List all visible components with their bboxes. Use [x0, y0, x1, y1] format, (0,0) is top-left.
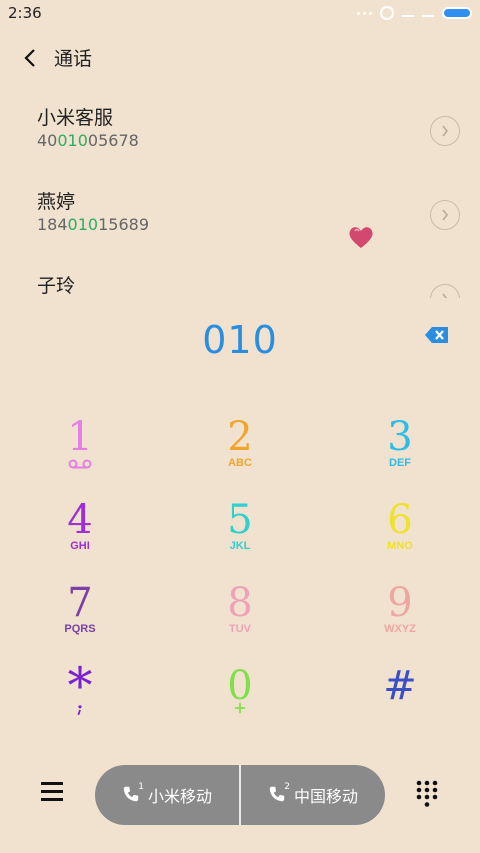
number-suffix: 15689 [98, 215, 149, 234]
sim-index: 1 [138, 782, 144, 792]
phone-icon: 1 [122, 782, 144, 805]
chevron-right-icon [442, 293, 448, 298]
heart-icon [349, 227, 373, 248]
contact-row[interactable]: 小米客服 4001005678 [0, 98, 480, 182]
key-digit: 7 [67, 580, 93, 626]
chevron-right-icon [442, 209, 448, 221]
contact-number: 4001005678 [37, 130, 480, 152]
number-prefix: 40 [37, 131, 58, 150]
key-4[interactable]: 4 GHI [0, 498, 160, 582]
key-0[interactable]: 0 [160, 664, 320, 748]
contact-list: 小米客服 4001005678 燕婷 18401015689 子玲 [0, 98, 480, 298]
key-digit: 5 [227, 497, 253, 543]
sim-index: 2 [284, 782, 290, 792]
sim-call-group: 1 小米移动 2 中国移动 [95, 765, 385, 825]
number-match: 010 [67, 215, 99, 234]
key-3[interactable]: 3 DEF [320, 415, 480, 499]
key-2[interactable]: 2 ABC [160, 415, 320, 499]
key-6[interactable]: 6 MNO [320, 498, 480, 582]
key-letters: ABC [228, 457, 252, 469]
contact-row[interactable]: 子玲 [0, 266, 480, 298]
key-digit: 8 [227, 580, 253, 626]
hamburger-icon[interactable] [41, 782, 65, 806]
backspace-icon[interactable] [424, 325, 450, 345]
key-letters: DEF [389, 457, 411, 469]
key-letters: TUV [229, 623, 251, 635]
key-letters: PQRS [64, 623, 96, 635]
dialed-number: 010 [202, 318, 278, 362]
key-hash[interactable]: # [320, 664, 480, 748]
more-dots-icon [357, 11, 372, 15]
sim2-label: 中国移动 [293, 787, 358, 806]
key-letters: GHI [70, 540, 90, 552]
call-sim1-button[interactable]: 1 小米移动 [95, 765, 239, 825]
wifi-icon [422, 9, 434, 17]
number-prefix: 184 [37, 215, 68, 234]
key-digit: 6 [387, 497, 413, 543]
key-8[interactable]: 8 TUV [160, 581, 320, 665]
key-digit: 1 [67, 414, 93, 460]
dialpad-icon[interactable] [416, 780, 438, 808]
contact-number: 18401015689 [37, 214, 480, 236]
header: 通话 [0, 40, 480, 76]
call-sim2-button[interactable]: 2 中国移动 [241, 765, 385, 825]
contact-row[interactable]: 燕婷 18401015689 [0, 182, 480, 266]
status-bar: 2:36 [0, 0, 480, 28]
key-star[interactable]: * [0, 657, 160, 748]
key-digit: 4 [67, 497, 93, 543]
voicemail-icon [68, 459, 92, 469]
key-digit: # [383, 663, 417, 709]
battery-icon [442, 7, 472, 19]
contact-name: 小米客服 [37, 107, 114, 129]
bottom-bar: 1 小米移动 2 中国移动 [0, 765, 480, 825]
key-9[interactable]: 9 WXYZ [320, 581, 480, 665]
number-suffix: 05678 [87, 131, 139, 150]
signal-icon [402, 9, 414, 17]
key-digit: 3 [387, 414, 413, 460]
contact-name: 子玲 [37, 275, 76, 297]
key-digit: * [67, 657, 93, 715]
key-digit: 9 [387, 580, 413, 626]
chevron-left-icon [24, 49, 35, 67]
status-icons [357, 6, 472, 20]
chevron-right-icon [442, 125, 448, 137]
key-7[interactable]: 7 PQRS [0, 581, 160, 665]
alarm-icon [380, 6, 394, 20]
key-letters: WXYZ [384, 623, 416, 635]
key-letters: MNO [387, 540, 413, 552]
key-digit: 2 [227, 414, 253, 460]
contact-name: 燕婷 [37, 191, 76, 213]
key-digit: 0 [227, 663, 253, 709]
status-time: 2:36 [8, 4, 42, 22]
back-button[interactable] [16, 44, 44, 72]
number-match: 010 [57, 131, 88, 150]
contact-detail-button[interactable] [430, 116, 460, 146]
contact-detail-button[interactable] [430, 200, 460, 230]
key-5[interactable]: 5 JKL [160, 498, 320, 582]
phone-icon: 2 [268, 782, 290, 805]
sim1-label: 小米移动 [147, 787, 212, 806]
key-letters: JKL [229, 540, 251, 552]
key-1[interactable]: 1 [0, 415, 160, 499]
page-title: 通话 [54, 48, 93, 70]
